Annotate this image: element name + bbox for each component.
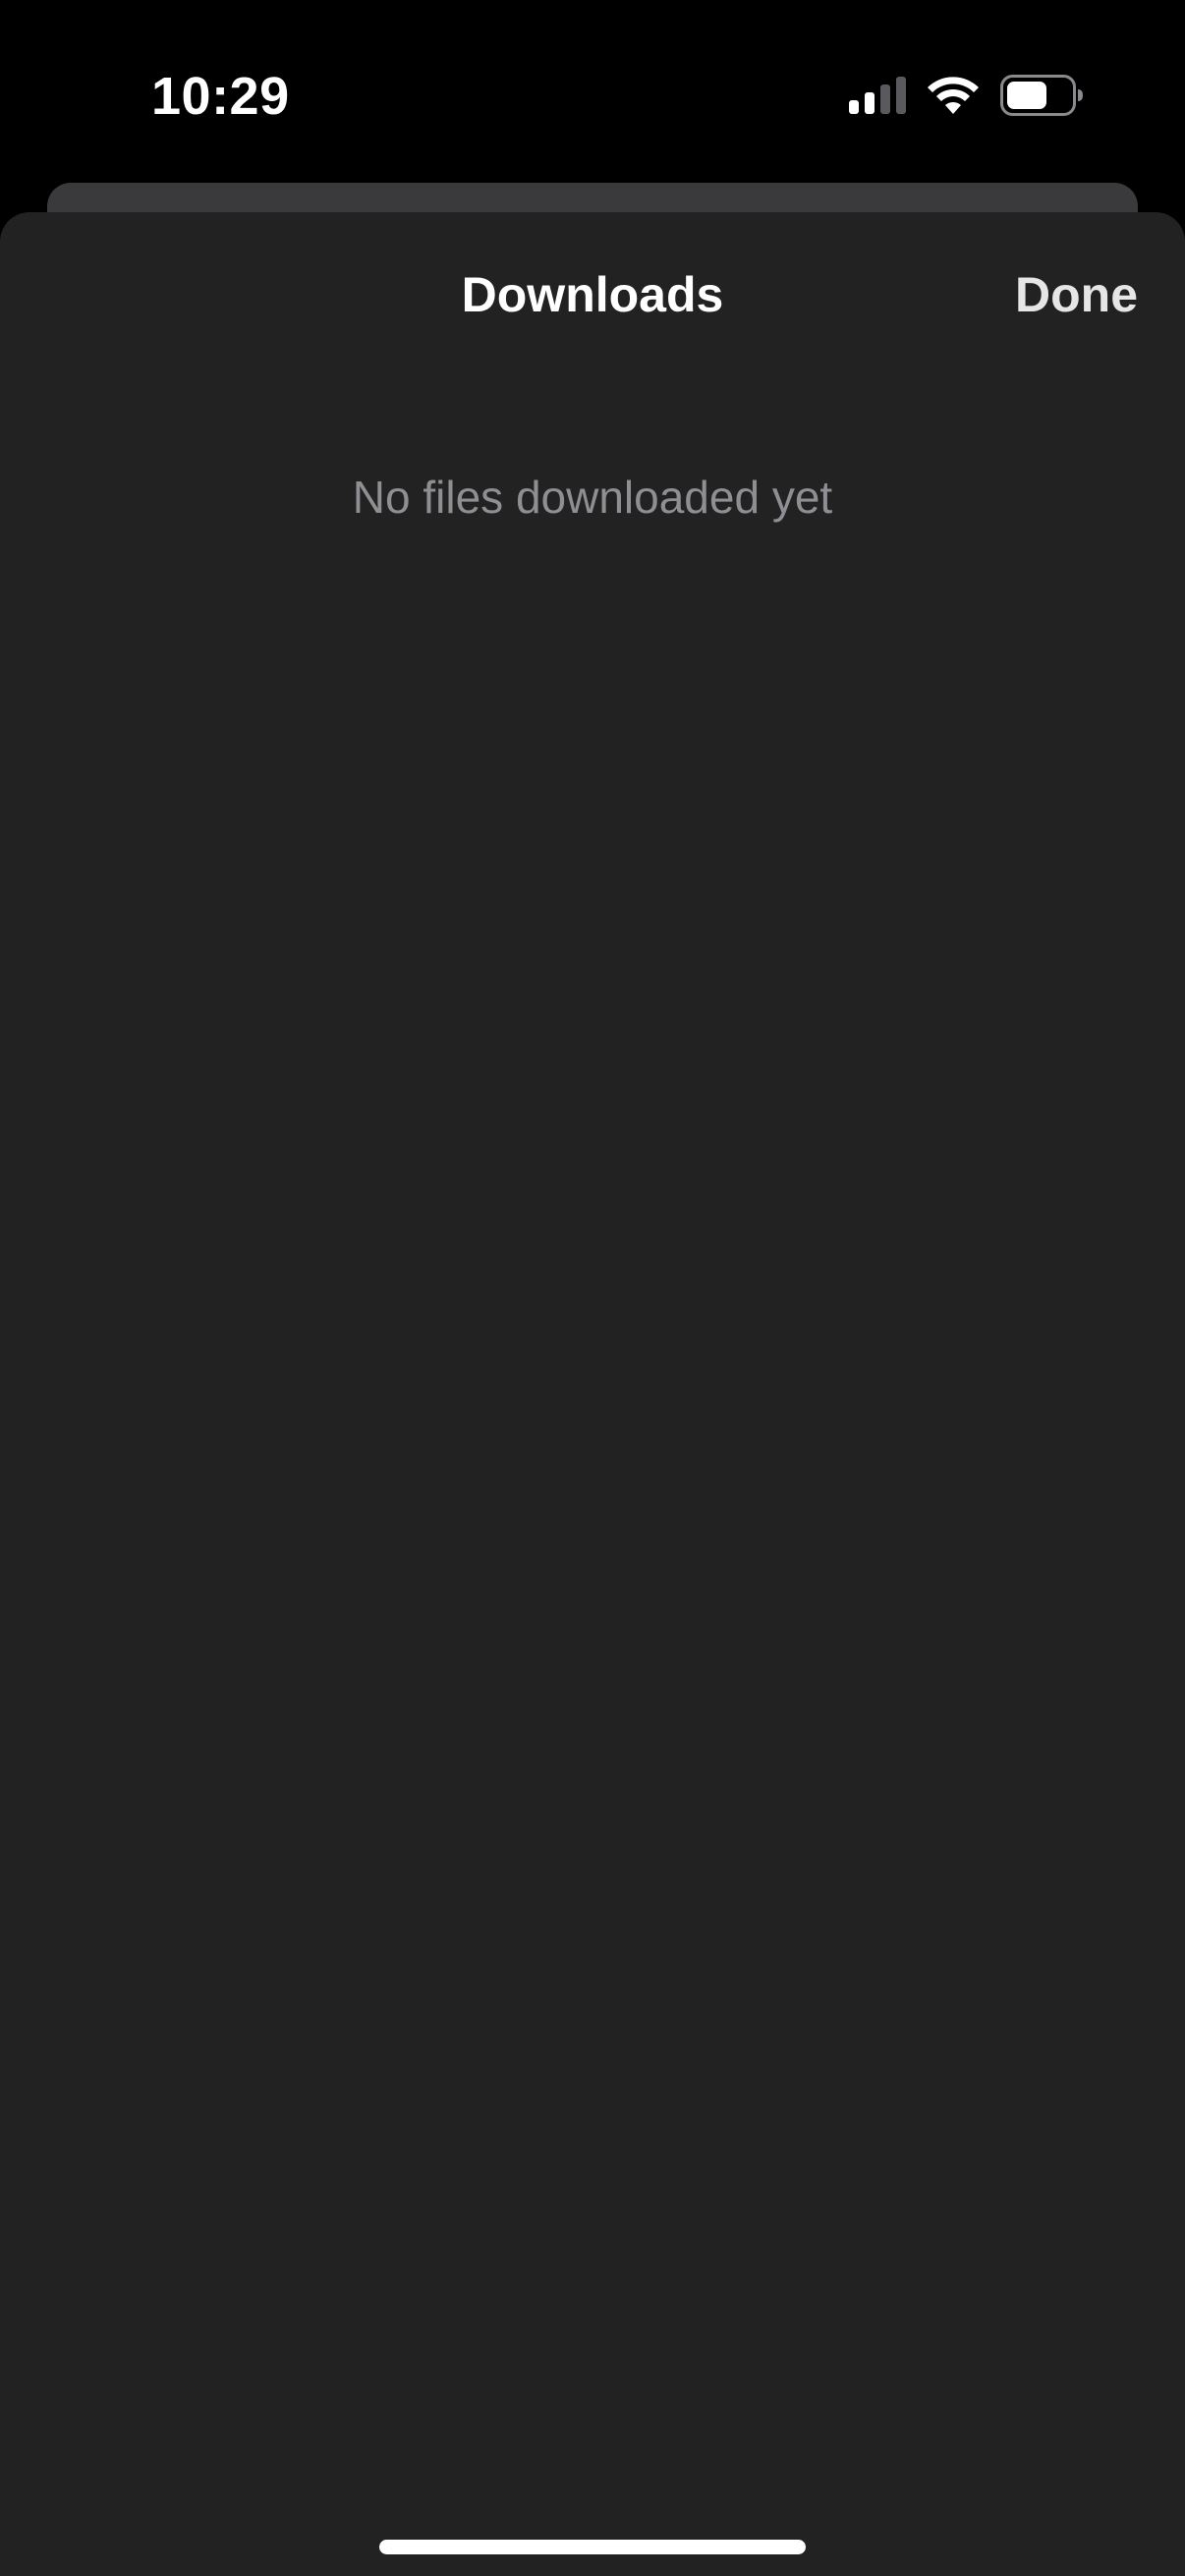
done-button[interactable]: Done bbox=[1015, 265, 1138, 324]
empty-state-message: No files downloaded yet bbox=[352, 472, 833, 523]
home-indicator[interactable] bbox=[379, 2540, 806, 2554]
wifi-icon bbox=[928, 77, 979, 114]
status-time: 10:29 bbox=[151, 67, 290, 126]
sheet-title: Downloads bbox=[461, 267, 724, 322]
status-bar: 10:29 bbox=[0, 0, 1185, 187]
downloads-sheet: Downloads Done No files downloaded yet bbox=[0, 212, 1185, 2576]
battery-icon bbox=[1000, 75, 1083, 116]
cellular-signal-icon bbox=[849, 77, 906, 114]
